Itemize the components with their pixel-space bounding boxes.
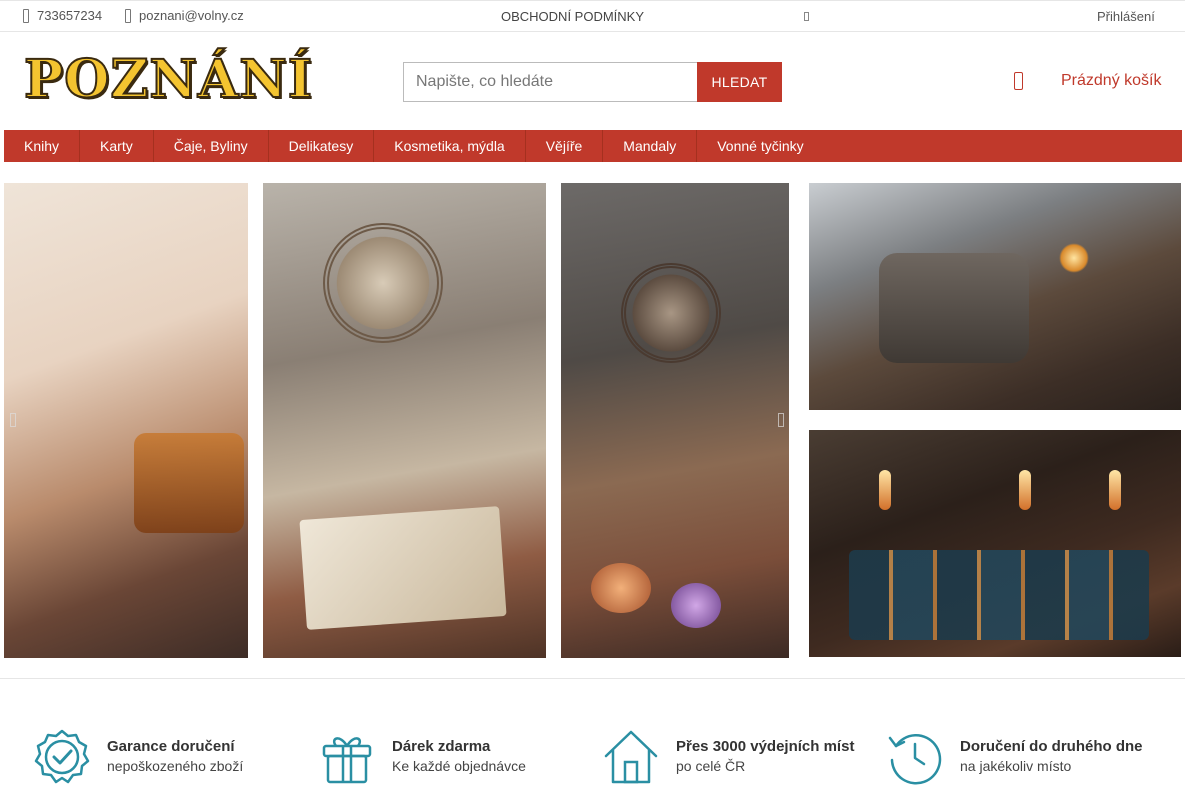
cart-label[interactable]: Prázdný košík [1061,72,1161,90]
gift-icon [322,737,372,784]
nav-item-karty[interactable]: Karty [80,130,154,162]
site-logo[interactable]: POZNÁNÍ [23,49,314,111]
feature-subtitle: na jakékoliv místo [960,758,1072,774]
main-nav: Knihy Karty Čaje, Byliny Delikatesy Kosm… [4,130,1182,162]
mandala-book-graphic [299,506,507,630]
tea-cup-graphic [134,433,244,533]
candle-graphic [1109,470,1121,510]
nav-item-knihy[interactable]: Knihy [4,130,81,162]
hero-image-cozy-room[interactable] [4,183,248,658]
feature-subtitle: Ke každé objednávce [392,758,526,774]
hero-image-crystals[interactable] [561,183,789,658]
phone-icon [23,8,29,23]
nav-item-delikatesy[interactable]: Delikatesy [269,130,375,162]
phone-number[interactable]: 733657234 [37,8,102,23]
side-banner-reading-nook[interactable] [809,183,1181,410]
feature-title: Přes 3000 výdejních míst [676,738,855,755]
candle-graphic [1019,470,1031,510]
feature-subtitle: nepoškozeného zboží [107,758,244,774]
candle-graphic [879,470,891,510]
logo-text: POZNÁNÍ [23,49,314,111]
candle-glow-graphic [1059,243,1089,273]
feature-pickup-points: Přes 3000 výdejních míst po celé ČR [602,728,854,786]
search-input[interactable] [403,62,697,102]
crystal-graphic [671,583,721,628]
tarot-cards-graphic [849,550,1149,640]
feature-title: Dárek zdarma [392,738,491,755]
slider-next-icon[interactable] [778,413,784,427]
crystal-graphic [591,563,651,613]
dreamcatcher-graphic [621,263,721,363]
menu-icon[interactable] [804,12,809,21]
nav-item-vonne-tycinky[interactable]: Vonné tyčinky [697,130,823,162]
home-icon [604,730,658,784]
feature-subtitle: po celé ČR [676,758,746,774]
email-address[interactable]: poznani@volny.cz [139,8,244,23]
side-banner-tarot-cards[interactable] [809,430,1181,657]
feature-delivery-guarantee: Garance doručení nepoškozeného zboží [33,728,243,786]
cart[interactable]: Prázdný košík [1014,72,1161,90]
nav-item-kosmetika-mydla[interactable]: Kosmetika, mýdla [374,130,526,162]
email-contact[interactable]: poznani@volny.cz [125,8,244,23]
feature-free-gift: Dárek zdarma Ke každé objednávce [318,728,526,786]
search-form: HLEDAT [403,62,782,102]
terms-link[interactable]: OBCHODNÍ PODMÍNKY [501,9,644,24]
top-bar: 733657234 poznani@volny.cz OBCHODNÍ PODM… [0,0,1185,32]
hero-image-dreamcatcher-room[interactable] [263,183,546,658]
feature-title: Doručení do druhého dne [960,738,1143,755]
envelope-icon [125,8,131,23]
nav-item-mandaly[interactable]: Mandaly [603,130,698,162]
nav-item-caje-byliny[interactable]: Čaje, Byliny [154,130,269,162]
slider-prev-icon[interactable] [10,413,16,427]
hero-slider[interactable] [4,183,789,658]
dreamcatcher-graphic [323,223,443,343]
history-clock-icon [888,734,942,785]
nav-item-vejire[interactable]: Vějíře [526,130,604,162]
phone-contact[interactable]: 733657234 [23,8,102,23]
search-button[interactable]: HLEDAT [697,62,782,102]
feature-next-day-delivery: Doručení do druhého dne na jakékoliv mís… [886,728,1143,786]
section-divider [0,678,1185,679]
cart-icon [1014,72,1023,90]
armchair-graphic [879,253,1029,363]
feature-title: Garance doručení [107,738,235,755]
badge-check-icon [34,729,90,784]
login-link[interactable]: Přihlášení [1097,9,1155,24]
